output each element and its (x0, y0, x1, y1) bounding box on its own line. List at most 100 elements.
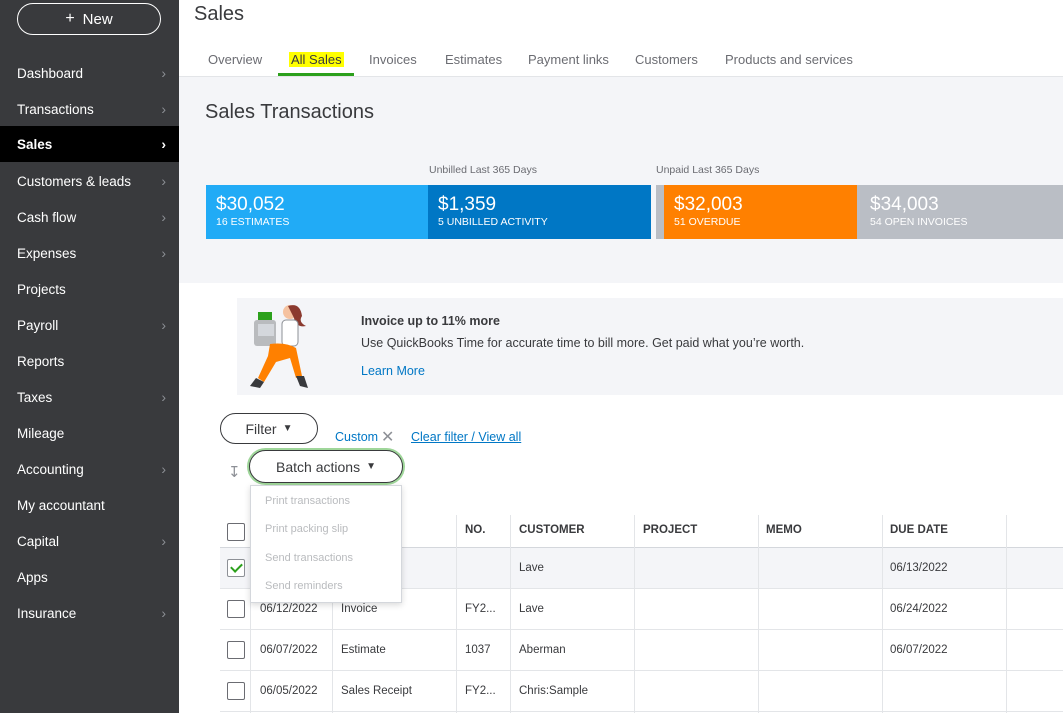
chevron-right-icon: › (161, 173, 166, 189)
menu-item-send-transactions[interactable]: Send transactions (265, 552, 353, 564)
sidebar-item-label: Accounting (17, 461, 84, 477)
sidebar-item-mileage[interactable]: Mileage (0, 415, 179, 451)
sidebar-item-accounting[interactable]: Accounting › (0, 451, 179, 487)
chevron-right-icon: › (161, 533, 166, 549)
estimates-bar[interactable]: $30,052 16 ESTIMATES (206, 185, 428, 239)
sidebar-item-transactions[interactable]: Transactions › (0, 91, 179, 127)
menu-item-send-reminders[interactable]: Send reminders (265, 580, 343, 592)
sidebar-item-apps[interactable]: Apps (0, 559, 179, 595)
sidebar-item-reports[interactable]: Reports (0, 343, 179, 379)
row-checkbox[interactable] (227, 682, 245, 700)
chevron-right-icon: › (161, 101, 166, 117)
chevron-right-icon: › (161, 65, 166, 81)
sidebar-item-expenses[interactable]: Expenses › (0, 235, 179, 271)
caret-down-icon: ▼ (282, 423, 293, 434)
estimates-amount: $30,052 (216, 194, 285, 215)
open-invoices-count: 54 OPEN INVOICES (870, 216, 968, 228)
sidebar-item-payroll[interactable]: Payroll › (0, 307, 179, 343)
column-divider (456, 515, 457, 713)
custom-filter-chip[interactable]: Custom (335, 430, 378, 444)
column-header-customer[interactable]: CUSTOMER (519, 524, 585, 536)
batch-actions-label: Batch actions (276, 458, 361, 475)
chevron-right-icon: › (161, 317, 166, 333)
filter-button[interactable]: Filter ▼ (220, 413, 318, 444)
sidebar-item-label: Reports (17, 353, 65, 369)
column-divider (758, 515, 759, 713)
tab-estimates[interactable]: Estimates (445, 52, 502, 67)
sidebar-item-projects[interactable]: Projects (0, 271, 179, 307)
left-sidebar: + New Dashboard › Transactions › Sales › Cu… (0, 0, 179, 713)
unbilled-amount: $1,359 (438, 194, 497, 215)
row-customer: Chris:Sample (519, 685, 589, 697)
sidebar-item-label: Transactions (17, 101, 94, 117)
caret-down-icon: ▼ (366, 461, 376, 472)
row-due-date: 06/13/2022 (890, 562, 948, 574)
sidebar-item-label: Cash flow (17, 209, 77, 225)
sidebar-item-label: Insurance (17, 605, 77, 621)
sidebar-item-label: Dashboard (17, 65, 84, 81)
clear-filter-link[interactable]: Clear filter / View all (411, 430, 521, 444)
tab-overview[interactable]: Overview (208, 52, 262, 67)
batch-actions-button[interactable]: Batch actions ▼ (249, 450, 403, 483)
sidebar-item-label: Capital (17, 533, 60, 549)
unpaid-label: Unpaid Last 365 Days (656, 164, 760, 176)
chevron-right-icon: › (161, 245, 166, 261)
row-no: 1037 (465, 644, 491, 656)
table-row[interactable]: 06/07/2022 Estimate 1037 Aberman 06/07/2… (220, 630, 1063, 671)
promo-text: Use QuickBooks Time for accurate time to… (361, 336, 805, 350)
sidebar-item-label: Mileage (17, 425, 65, 441)
chevron-right-icon: › (161, 136, 166, 152)
sidebar-item-insurance[interactable]: Insurance › (0, 595, 179, 631)
unbilled-activity-bar[interactable]: $1,359 5 UNBILLED ACTIVITY (428, 185, 651, 239)
sidebar-item-taxes[interactable]: Taxes › (0, 379, 179, 415)
tab-customers[interactable]: Customers (635, 52, 698, 67)
new-button-label: New (82, 10, 113, 28)
table-row[interactable]: 06/05/2022 Sales Receipt FY2... Chris:Sa… (220, 671, 1063, 712)
sidebar-item-capital[interactable]: Capital › (0, 523, 179, 559)
sidebar-item-label: Expenses (17, 245, 77, 261)
sidebar-item-sales[interactable]: Sales › (0, 126, 179, 162)
sidebar-item-label: Taxes (17, 389, 53, 405)
column-header-project[interactable]: PROJECT (643, 524, 697, 536)
column-header-no[interactable]: NO. (465, 524, 485, 536)
menu-item-print-packing-slip[interactable]: Print packing slip (265, 523, 348, 535)
chevron-right-icon: › (161, 461, 166, 477)
arrow-down-icon: ↧ (228, 464, 241, 481)
tab-all-sales[interactable]: All Sales (289, 52, 344, 67)
column-divider (510, 515, 511, 713)
row-checkbox[interactable] (227, 641, 245, 659)
column-divider (882, 515, 883, 713)
row-customer: Aberman (519, 644, 566, 656)
tab-payment-links[interactable]: Payment links (528, 52, 609, 67)
row-date: 06/05/2022 (260, 685, 318, 697)
column-header-memo[interactable]: MEMO (766, 524, 802, 536)
overdue-bar[interactable]: $32,003 51 OVERDUE (664, 185, 857, 239)
sidebar-item-label: Sales (17, 136, 53, 152)
filter-button-label: Filter (245, 420, 277, 437)
column-header-due-date[interactable]: DUE DATE (890, 524, 948, 536)
open-invoices-bar[interactable]: $34,003 54 OPEN INVOICES (857, 185, 1063, 239)
row-checkbox[interactable] (227, 559, 245, 577)
learn-more-link[interactable]: Learn More (361, 364, 425, 378)
row-type: Estimate (341, 644, 386, 656)
select-all-checkbox[interactable] (227, 523, 245, 541)
chevron-right-icon: › (161, 209, 166, 225)
sidebar-item-my-accountant[interactable]: My accountant (0, 487, 179, 523)
row-due-date: 06/07/2022 (890, 644, 948, 656)
sidebar-item-label: My accountant (17, 497, 105, 513)
close-icon[interactable]: ✕ (381, 427, 394, 447)
menu-item-print-transactions[interactable]: Print transactions (265, 495, 350, 507)
column-divider (1006, 515, 1007, 713)
tab-products-services[interactable]: Products and services (725, 52, 853, 67)
sidebar-item-cash-flow[interactable]: Cash flow › (0, 199, 179, 235)
estimates-count: 16 ESTIMATES (216, 216, 290, 228)
overdue-count: 51 OVERDUE (674, 216, 741, 228)
row-type: Invoice (341, 603, 378, 615)
row-checkbox[interactable] (227, 600, 245, 618)
new-button[interactable]: + New (17, 3, 161, 35)
row-type: Sales Receipt (341, 685, 412, 697)
sidebar-item-label: Customers & leads (17, 173, 132, 189)
tab-invoices[interactable]: Invoices (369, 52, 417, 67)
sidebar-item-dashboard[interactable]: Dashboard › (0, 55, 179, 91)
sidebar-item-customers-leads[interactable]: Customers & leads › (0, 163, 179, 199)
